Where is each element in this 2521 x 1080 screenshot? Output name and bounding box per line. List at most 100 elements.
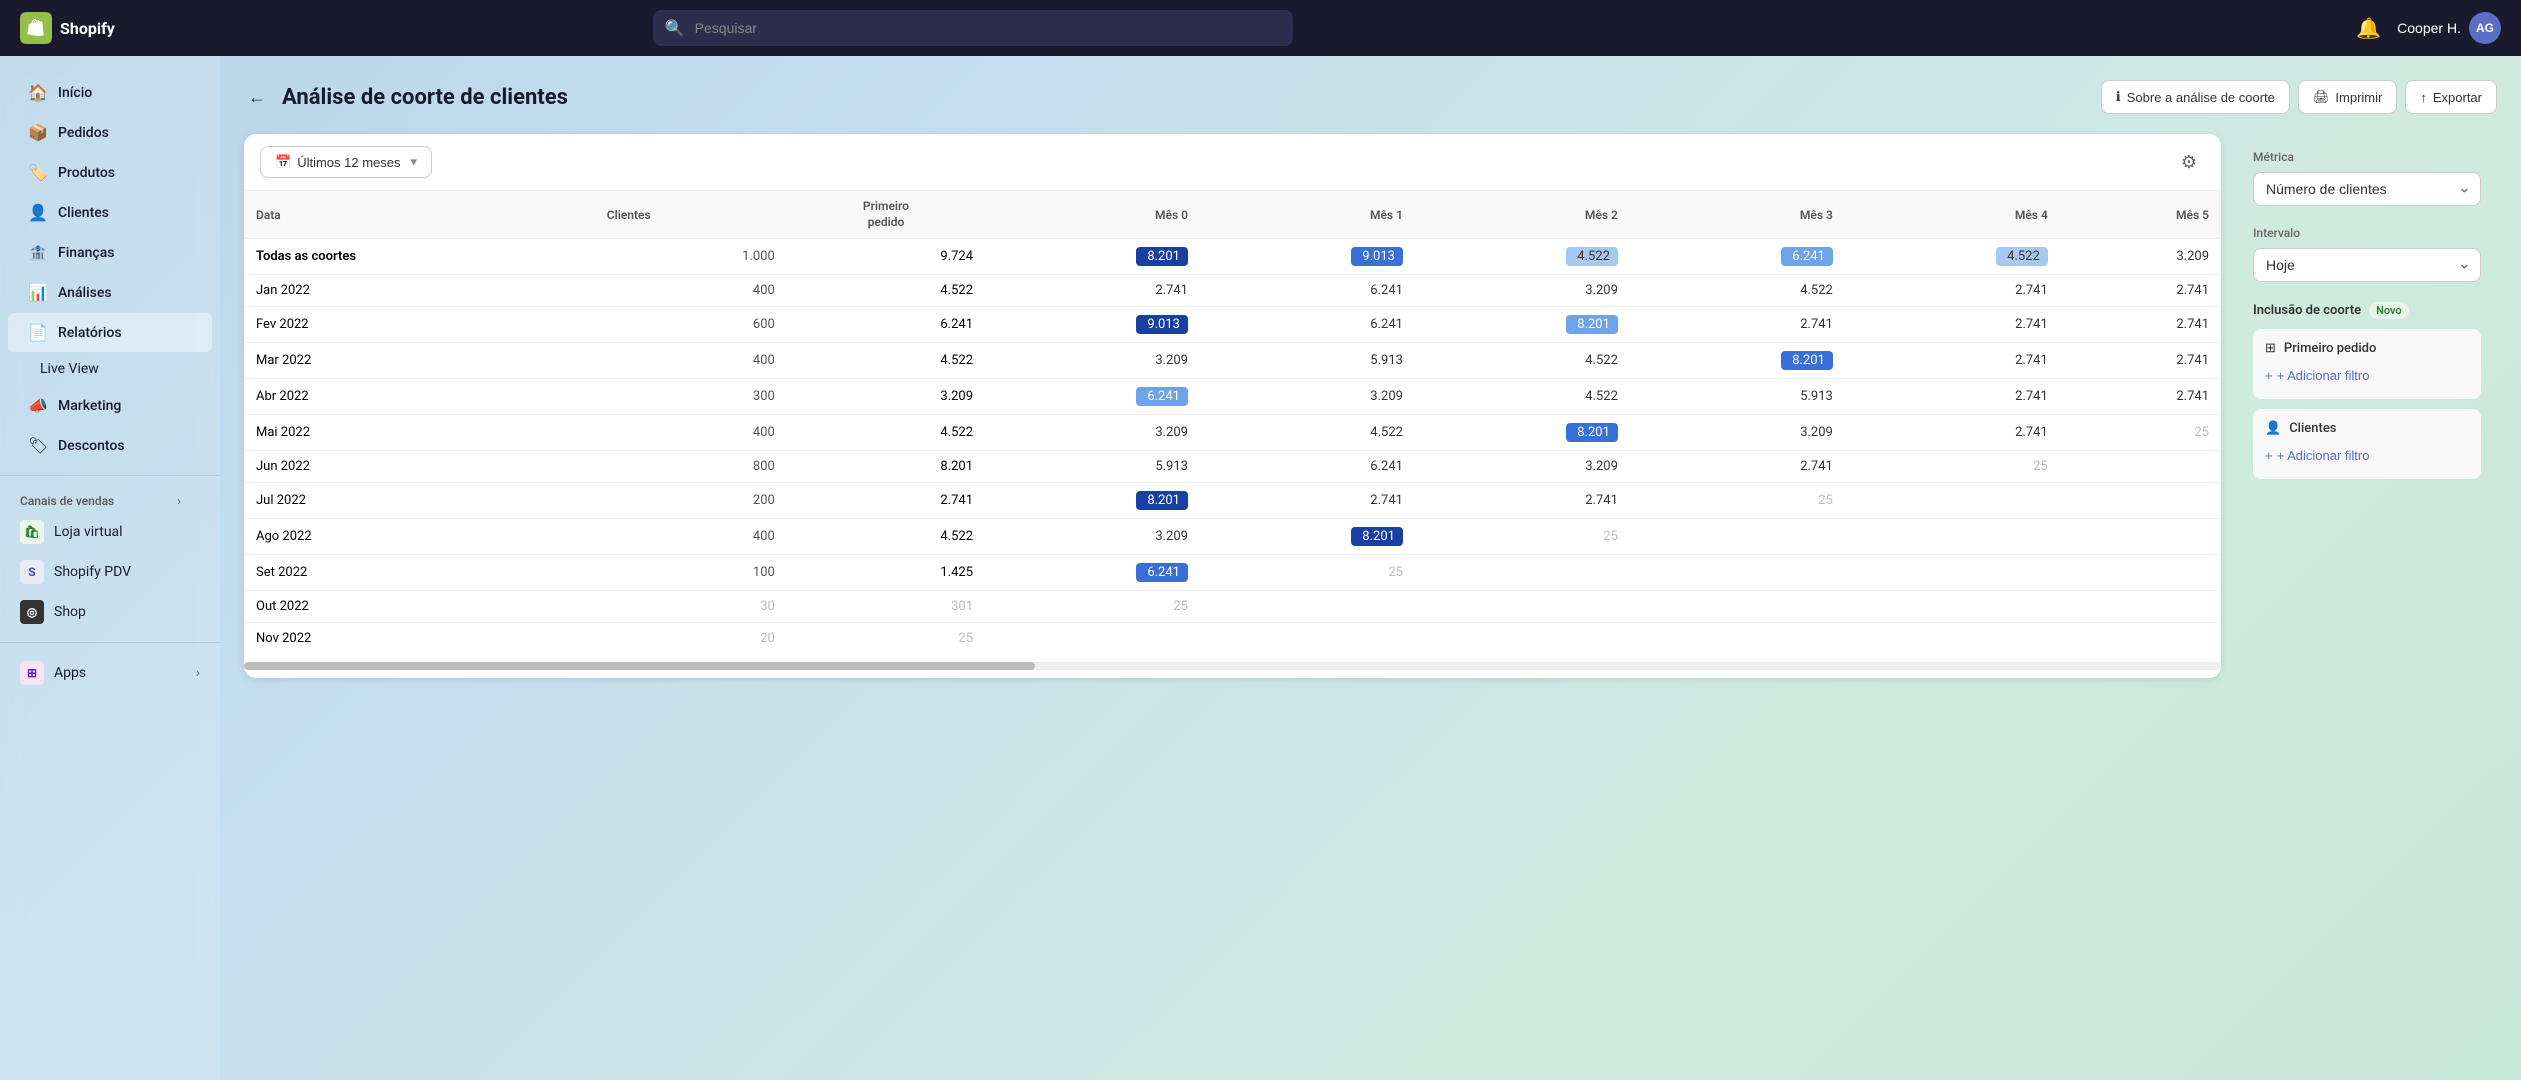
customers-icon: 👤 [28, 203, 48, 222]
cell-mes0 [985, 623, 1200, 655]
table-row: Mai 20224004.5223.2094.5228.2013.2092.74… [244, 415, 2221, 451]
sidebar-item-produtos[interactable]: 🏷️ Produtos [8, 153, 212, 192]
metrica-section: Métrica Número de clientes [2253, 150, 2481, 206]
cell-mes4: 2.741 [1845, 307, 2060, 343]
cell-mes2: 3.209 [1415, 275, 1630, 307]
date-filter-button[interactable]: 📅 Últimos 12 meses ▾ [260, 146, 432, 178]
add-icon-2: + [2265, 448, 2273, 463]
intervalo-select[interactable]: Hoje [2253, 248, 2481, 282]
cell-primeiro: 8.201 [787, 451, 985, 483]
imprimir-label: Imprimir [2335, 90, 2382, 105]
cell-data: Jun 2022 [244, 451, 595, 483]
sidebar-item-loja-virtual[interactable]: 🛍 Loja virtual [0, 512, 220, 552]
back-button[interactable]: ← [244, 83, 270, 112]
table-row: Mar 20224004.5223.2095.9134.5228.2012.74… [244, 343, 2221, 379]
col-header-mes1: Mês 1 [1200, 191, 1415, 239]
sidebar-sub-liveview[interactable]: Live View [0, 353, 220, 385]
cell-mes1 [1200, 623, 1415, 655]
cell-mes4: 25 [1845, 451, 2060, 483]
sidebar-item-relatorios[interactable]: 📄 Relatórios [8, 313, 212, 352]
col-header-mes5: Mês 5 [2060, 191, 2221, 239]
sidebar-item-analises[interactable]: 📊 Análises [8, 273, 212, 312]
cell-mes2 [1415, 555, 1630, 591]
cell-mes3 [1630, 519, 1845, 555]
imprimir-button[interactable]: 🖨 Imprimir [2298, 80, 2397, 114]
sidebar-label-descontos: Descontos [58, 438, 125, 454]
cell-mes3: 3.209 [1630, 415, 1845, 451]
cell-clientes: 400 [595, 415, 787, 451]
notifications-button[interactable]: 🔔 [2352, 12, 2385, 45]
cell-clientes: 200 [595, 483, 787, 519]
sidebar-label-produtos: Produtos [58, 165, 115, 181]
sidebar-item-descontos[interactable]: 🏷 Descontos [8, 426, 212, 465]
first-order-label: Primeiro pedido [2284, 341, 2376, 356]
cell-mes4: 2.741 [1845, 275, 2060, 307]
add-filter-button-2[interactable]: + + Adicionar filtro [2265, 444, 2369, 467]
cell-mes5 [2060, 483, 2221, 519]
cell-mes0: 6.241 [985, 379, 1200, 415]
sidebar-label-marketing: Marketing [58, 398, 121, 414]
cell-mes2: 8.201 [1415, 307, 1630, 343]
user-button[interactable]: Cooper H. AG [2397, 12, 2501, 44]
sidebar-item-shopify-pdv[interactable]: S Shopify PDV [0, 552, 220, 592]
sidebar-apps[interactable]: ⊞ Apps › [0, 653, 220, 693]
cell-clientes: 1.000 [595, 239, 787, 275]
sidebar-item-financas[interactable]: 🏦 Finanças [8, 233, 212, 272]
exportar-button[interactable]: ↑ Exportar [2405, 80, 2497, 114]
table-scrollbar[interactable] [244, 662, 2221, 670]
cell-primeiro: 4.522 [787, 343, 985, 379]
dropdown-icon: ▾ [411, 154, 418, 170]
cell-mes1 [1200, 591, 1415, 623]
sidebar-item-pedidos[interactable]: 📦 Pedidos [8, 113, 212, 152]
first-order-label-wrap: ⊞ Primeiro pedido [2265, 341, 2469, 356]
cell-mes2: 2.741 [1415, 483, 1630, 519]
cell-mes0: 6.241 [985, 555, 1200, 591]
calendar-icon: 📅 [275, 154, 291, 170]
cell-mes5: 2.741 [2060, 275, 2221, 307]
cell-data: Abr 2022 [244, 379, 595, 415]
cell-data: Jul 2022 [244, 483, 595, 519]
add-filter-label-1: + Adicionar filtro [2277, 368, 2370, 383]
sidebar-item-clientes[interactable]: 👤 Clientes [8, 193, 212, 232]
sidebar-label-shop: Shop [54, 604, 86, 620]
first-order-filter: ⊞ Primeiro pedido + + Adicionar filtro [2253, 329, 2481, 399]
topbar-right: 🔔 Cooper H. AG [2352, 12, 2501, 45]
sidebar-item-inicio[interactable]: 🏠 Início [8, 73, 212, 112]
search-bar: 🔍 [653, 10, 1293, 46]
cell-clientes: 30 [595, 591, 787, 623]
table-settings-button[interactable]: ⚙ [2173, 148, 2205, 177]
cell-primeiro: 6.241 [787, 307, 985, 343]
cell-mes3: 25 [1630, 483, 1845, 519]
cell-primeiro: 4.522 [787, 275, 985, 307]
sidebar-item-marketing[interactable]: 📣 Marketing [8, 386, 212, 425]
metrica-select[interactable]: Número de clientes [2253, 172, 2481, 206]
clientes-filter-icon: 👤 [2265, 421, 2281, 436]
new-badge: Novo [2369, 302, 2409, 319]
sobre-button[interactable]: ℹ Sobre a análise de coorte [2101, 80, 2290, 114]
scrollbar-thumb [244, 662, 1035, 670]
sidebar-label-loja-virtual: Loja virtual [54, 524, 123, 540]
search-input[interactable] [653, 10, 1293, 46]
add-filter-button-1[interactable]: + + Adicionar filtro [2265, 364, 2369, 387]
sidebar-item-shop[interactable]: ◎ Shop [0, 592, 220, 632]
clientes-label-wrap: 👤 Clientes [2265, 421, 2469, 436]
clientes-filter-label: Clientes [2289, 421, 2336, 436]
cell-mes4 [1845, 555, 2060, 591]
cell-mes5 [2060, 519, 2221, 555]
home-icon: 🏠 [28, 83, 48, 102]
shop-icon: ◎ [20, 600, 44, 624]
cell-mes1: 25 [1200, 555, 1415, 591]
sidebar-label-relatorios: Relatórios [58, 325, 122, 341]
cell-mes4: 2.741 [1845, 415, 2060, 451]
cohort-table: Data Clientes Primeiropedido Mês 0 Mês 1… [244, 191, 2221, 654]
cell-mes1: 8.201 [1200, 519, 1415, 555]
cell-mes2: 8.201 [1415, 415, 1630, 451]
sidebar-label-shopify-pdv: Shopify PDV [54, 564, 131, 580]
cell-mes3: 8.201 [1630, 343, 1845, 379]
cell-mes0: 5.913 [985, 451, 1200, 483]
cohort-section: 📅 Últimos 12 meses ▾ ⚙ Data Cliente [244, 134, 2221, 678]
cell-data: Nov 2022 [244, 623, 595, 655]
settings-icon: ⚙ [2181, 152, 2197, 172]
cell-primeiro: 4.522 [787, 519, 985, 555]
header-actions: ℹ Sobre a análise de coorte 🖨 Imprimir ↑… [2101, 80, 2497, 114]
